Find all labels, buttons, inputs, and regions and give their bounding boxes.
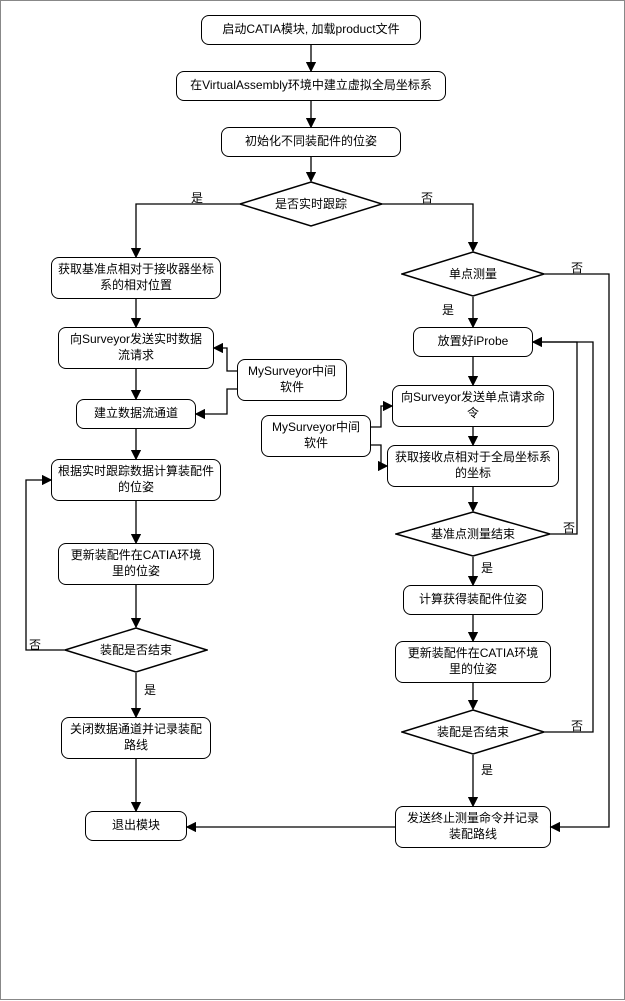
node-calc-pose-right: 计算获得装配件位姿: [403, 585, 543, 615]
node-close-channel: 关闭数据通道并记录装配路线: [61, 717, 211, 759]
label-no: 否: [29, 636, 41, 653]
label-yes: 是: [481, 559, 493, 576]
label-no: 否: [421, 189, 433, 206]
node-exit: 退出模块: [85, 811, 187, 841]
decision-asm-end-right: 装配是否结束: [401, 709, 545, 755]
node-middleware-right: MySurveyor中间软件: [261, 415, 371, 457]
flowchart-canvas: 启动CATIA模块, 加载product文件 在VirtualAssembly环…: [0, 0, 625, 1000]
label-no: 否: [563, 519, 575, 536]
node-get-ref: 获取基准点相对于接收器坐标系的相对位置: [51, 257, 221, 299]
label-no: 否: [571, 259, 583, 276]
node-middleware-left: MySurveyor中间软件: [237, 359, 347, 401]
node-get-recv-pt: 获取接收点相对于全局坐标系的坐标: [387, 445, 559, 487]
node-start: 启动CATIA模块, 加载product文件: [201, 15, 421, 45]
node-update-pose-right: 更新装配件在CATIA环境里的位姿: [395, 641, 551, 683]
label-no: 否: [571, 717, 583, 734]
label-yes: 是: [144, 681, 156, 698]
node-send-stream: 向Surveyor发送实时数据流请求: [58, 327, 214, 369]
node-vasm: 在VirtualAssembly环境中建立虚拟全局坐标系: [176, 71, 446, 101]
node-send-single: 向Surveyor发送单点请求命令: [392, 385, 554, 427]
node-send-stop: 发送终止测量命令并记录装配路线: [395, 806, 551, 848]
decision-asm-end-left: 装配是否结束: [64, 627, 208, 673]
node-place-iprobe: 放置好iProbe: [413, 327, 533, 357]
node-calc-pose: 根据实时跟踪数据计算装配件的位姿: [51, 459, 221, 501]
label-yes: 是: [481, 761, 493, 778]
node-init: 初始化不同装配件的位姿: [221, 127, 401, 157]
node-update-pose-left: 更新装配件在CATIA环境里的位姿: [58, 543, 214, 585]
decision-ref-end: 基准点测量结束: [395, 511, 551, 557]
label-yes: 是: [442, 301, 454, 318]
decision-single-point: 单点测量: [401, 251, 545, 297]
decision-realtime: 是否实时跟踪: [239, 181, 383, 227]
node-build-channel: 建立数据流通道: [76, 399, 196, 429]
label-yes: 是: [191, 189, 203, 206]
